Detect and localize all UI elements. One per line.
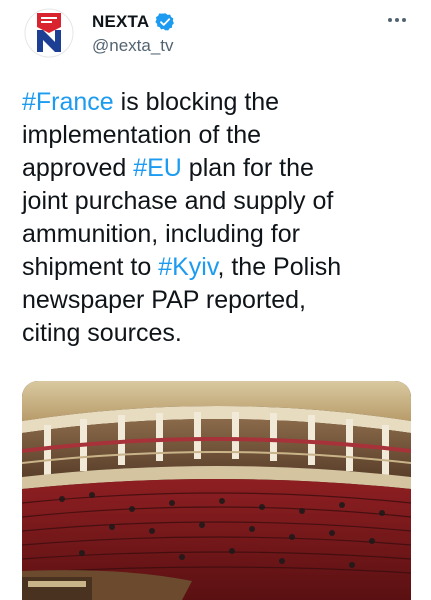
tweet-text-segment: joint purchase and supply of — [22, 187, 334, 215]
tweet-text-line: citing sources. — [22, 317, 417, 350]
parliament-photo-image — [22, 381, 411, 600]
hashtag-link[interactable]: #France — [22, 88, 114, 116]
tweet-text-line: #France is blocking the — [22, 86, 417, 119]
hashtag-link[interactable]: #EU — [133, 154, 182, 182]
author-handle[interactable]: @nexta_tv — [92, 36, 175, 56]
verified-badge-icon — [155, 12, 175, 32]
tweet-text-line: joint purchase and supply of — [22, 185, 417, 218]
tweet-text-segment: newspaper PAP reported, — [22, 286, 306, 314]
hashtag-link[interactable]: #Kyiv — [158, 253, 217, 281]
tweet-text-segment: plan for the — [181, 154, 314, 182]
author-info: NEXTA @nexta_tv — [92, 10, 175, 56]
tweet-text: #France is blocking the implementation of… — [22, 86, 417, 350]
author-name-row: NEXTA — [92, 10, 175, 34]
nexta-logo-icon — [24, 8, 74, 58]
tweet-text-segment: shipment to — [22, 253, 159, 281]
author-avatar[interactable] — [24, 8, 74, 58]
tweet: NEXTA @nexta_tv #France is blocking the i… — [0, 0, 431, 600]
tweet-text-segment: ammunition, including for — [22, 220, 300, 248]
tweet-text-line: shipment to #Kyiv, the Polish — [22, 251, 417, 284]
tweet-text-line: ammunition, including for — [22, 218, 417, 251]
tweet-text-segment: citing sources. — [22, 319, 182, 347]
tweet-text-line: approved #EU plan for the — [22, 152, 417, 185]
tweet-text-segment: approved — [22, 154, 134, 182]
tweet-text-line: implementation of the — [22, 119, 417, 152]
author-display-name[interactable]: NEXTA — [92, 12, 149, 32]
tweet-text-segment: implementation of the — [22, 121, 262, 149]
tweet-text-segment: , the Polish — [217, 253, 342, 281]
more-horizontal-icon — [388, 18, 406, 22]
tweet-text-line: newspaper PAP reported, — [22, 284, 417, 317]
tweet-media-photo[interactable] — [22, 381, 411, 600]
tweet-text-segment: is blocking the — [113, 88, 280, 116]
more-options-button[interactable] — [385, 8, 409, 32]
